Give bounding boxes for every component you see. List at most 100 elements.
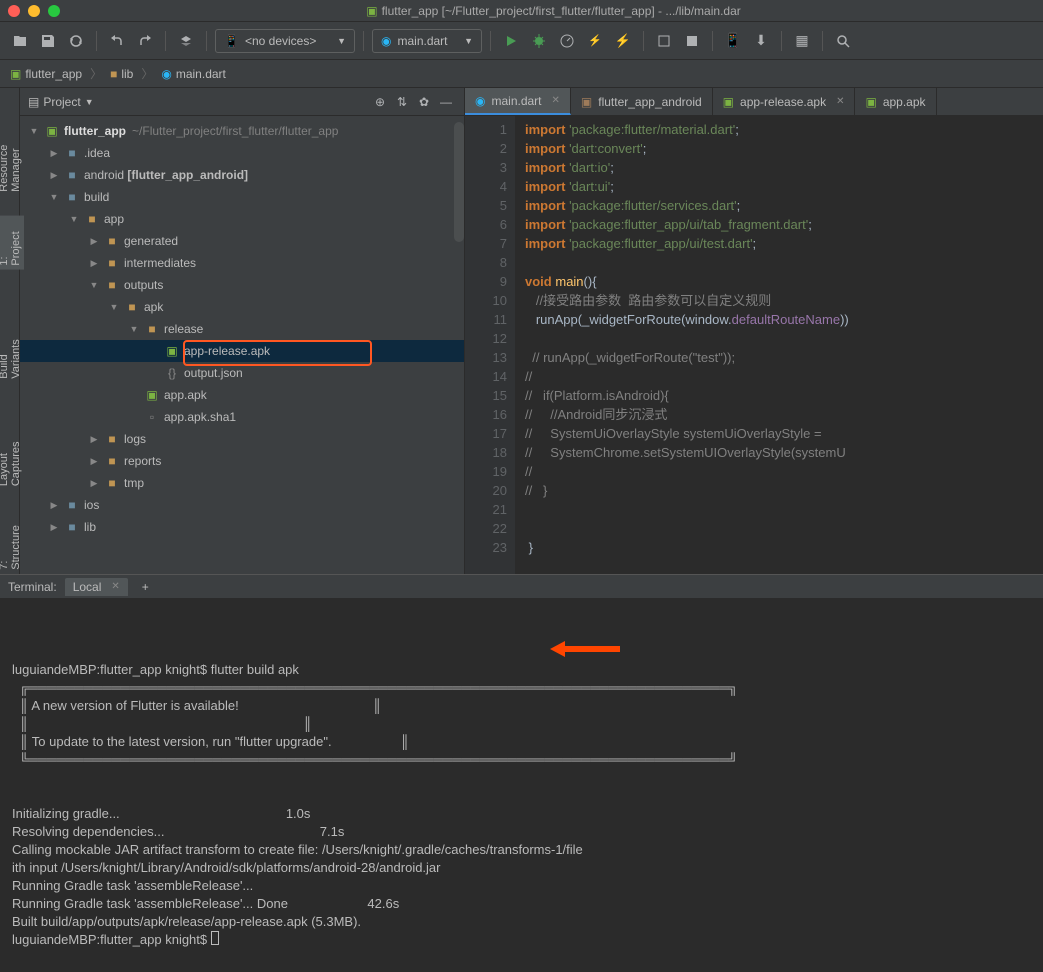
editor-tab[interactable]: ◉main.dart✕ bbox=[465, 88, 571, 115]
terminal-line: ith input /Users/knight/Library/Android/… bbox=[12, 859, 1031, 877]
attach-button[interactable] bbox=[652, 29, 676, 53]
arrow-annotation-icon bbox=[550, 603, 620, 695]
window-minimize-icon[interactable] bbox=[28, 5, 40, 17]
titlebar: ▣ flutter_app [~/Flutter_project/first_fl… bbox=[0, 0, 1043, 22]
terminal-line: luguiandeMBP:flutter_app knight$ flutter… bbox=[12, 661, 1031, 679]
tree-item[interactable]: ▶■intermediates bbox=[20, 252, 464, 274]
breadcrumb-separator-icon: 〉 bbox=[141, 65, 153, 82]
breadcrumb-item[interactable]: ■ lib bbox=[110, 67, 133, 81]
caret-icon: ▼ bbox=[337, 36, 346, 46]
profile-button[interactable] bbox=[555, 29, 579, 53]
terminal-line: Initializing gradle... 1.0s bbox=[12, 805, 1031, 823]
terminal-line: ║ To update to the latest version, run "… bbox=[12, 733, 1031, 751]
tree-item[interactable]: ▶■android [flutter_app_android] bbox=[20, 164, 464, 186]
project-tree[interactable]: ▼▣flutter_app~/Flutter_project/first_flu… bbox=[20, 116, 464, 574]
search-button[interactable] bbox=[831, 29, 855, 53]
file-icon: ▣ bbox=[366, 4, 377, 18]
caret-icon: ▼ bbox=[464, 36, 473, 46]
folder-icon: ■ bbox=[110, 67, 117, 81]
terminal-line bbox=[12, 787, 1031, 805]
close-icon[interactable]: ✕ bbox=[111, 581, 119, 592]
terminal-line: Built build/app/outputs/apk/release/app-… bbox=[12, 913, 1031, 931]
tree-item[interactable]: ▼■build bbox=[20, 186, 464, 208]
run-button[interactable] bbox=[499, 29, 523, 53]
tree-item[interactable]: ▶■logs bbox=[20, 428, 464, 450]
sdk-button[interactable]: ⬇ bbox=[749, 29, 773, 53]
terminal-tab[interactable]: Local ✕ bbox=[65, 578, 128, 596]
tree-item[interactable]: ▶■ios bbox=[20, 494, 464, 516]
terminal-line: luguiandeMBP:flutter_app knight$ bbox=[12, 931, 1031, 949]
editor-tabs: ◉main.dart✕▣flutter_app_android▣app-rele… bbox=[465, 88, 1043, 116]
tree-item[interactable]: ▶■.idea bbox=[20, 142, 464, 164]
layout-inspector-button[interactable]: ▦ bbox=[790, 29, 814, 53]
add-terminal-button[interactable]: + bbox=[136, 580, 155, 594]
editor-tab[interactable]: ▣flutter_app_android bbox=[571, 88, 713, 115]
scrollbar[interactable] bbox=[454, 122, 464, 242]
terminal-line: ╚═══════════════════════════════════════… bbox=[12, 751, 1031, 769]
tree-item[interactable]: ▼■outputs bbox=[20, 274, 464, 296]
tree-item[interactable]: ▼■apk bbox=[20, 296, 464, 318]
expand-icon[interactable]: ⇅ bbox=[392, 92, 412, 112]
device-icon: 📱 bbox=[224, 34, 239, 48]
window-zoom-icon[interactable] bbox=[48, 5, 60, 17]
hot-reload-button[interactable]: ⚡ bbox=[611, 29, 635, 53]
code-body[interactable]: import 'package:flutter/material.dart';i… bbox=[515, 116, 1043, 574]
run-config-selector[interactable]: ◉ main.dart ▼ bbox=[372, 29, 482, 53]
terminal-title: Terminal: bbox=[8, 580, 57, 594]
tree-item[interactable]: ▶■lib bbox=[20, 516, 464, 538]
panel-title[interactable]: ▤ Project ▼ bbox=[28, 95, 364, 109]
tree-item[interactable]: ▫app.apk.sha1 bbox=[20, 406, 464, 428]
editor-tab[interactable]: ▣app.apk bbox=[855, 88, 936, 115]
terminal-line: Calling mockable JAR artifact transform … bbox=[12, 841, 1031, 859]
tree-item[interactable]: ▶■reports bbox=[20, 450, 464, 472]
breadcrumb-item[interactable]: ▣ flutter_app bbox=[10, 67, 82, 81]
gutter: 1234567891011121314151617181920212223 bbox=[465, 116, 515, 574]
tree-item[interactable]: ▶■tmp bbox=[20, 472, 464, 494]
window-close-icon[interactable] bbox=[8, 5, 20, 17]
tree-item[interactable]: ▣app-release.apk bbox=[20, 340, 464, 362]
coverage-button[interactable]: ⚡ bbox=[583, 29, 607, 53]
avd-button[interactable]: 📱 bbox=[721, 29, 745, 53]
breadcrumb: ▣ flutter_app 〉 ■ lib 〉 ◉ main.dart bbox=[0, 60, 1043, 88]
tree-item[interactable]: ▼■release bbox=[20, 318, 464, 340]
terminal-line: Running Gradle task 'assembleRelease'... bbox=[12, 877, 1031, 895]
device-label: <no devices> bbox=[245, 34, 316, 48]
sync-button[interactable] bbox=[64, 29, 88, 53]
redo-button[interactable] bbox=[133, 29, 157, 53]
flutter-icon: ◉ bbox=[381, 34, 391, 48]
close-icon[interactable]: ✕ bbox=[836, 96, 844, 107]
dart-icon: ◉ bbox=[161, 67, 171, 81]
caret-icon: ▼ bbox=[85, 97, 94, 107]
window-title: flutter_app [~/Flutter_project/first_flu… bbox=[382, 4, 741, 18]
device-selector[interactable]: 📱 <no devices> ▼ bbox=[215, 29, 355, 53]
hide-icon[interactable]: — bbox=[436, 92, 456, 112]
breadcrumb-item[interactable]: ◉ main.dart bbox=[161, 67, 226, 81]
tree-item[interactable]: ▼■app bbox=[20, 208, 464, 230]
tree-item[interactable]: ▣app.apk bbox=[20, 384, 464, 406]
tree-item-root[interactable]: ▼▣flutter_app~/Flutter_project/first_flu… bbox=[20, 120, 464, 142]
config-label: main.dart bbox=[397, 34, 447, 48]
save-button[interactable] bbox=[36, 29, 60, 53]
terminal-body[interactable]: luguiandeMBP:flutter_app knight$ flutter… bbox=[0, 599, 1043, 972]
debug-button[interactable] bbox=[527, 29, 551, 53]
open-button[interactable] bbox=[8, 29, 32, 53]
project-panel: ▤ Project ▼ ⊕ ⇅ ✿ — ▼▣flutter_app~/Flutt… bbox=[20, 88, 465, 574]
module-icon: ▣ bbox=[10, 67, 21, 81]
code-editor[interactable]: 1234567891011121314151617181920212223 im… bbox=[465, 116, 1043, 574]
undo-button[interactable] bbox=[105, 29, 129, 53]
stop-button[interactable] bbox=[680, 29, 704, 53]
terminal-line bbox=[12, 769, 1031, 787]
settings-icon[interactable]: ✿ bbox=[414, 92, 434, 112]
tree-item[interactable]: ▶■generated bbox=[20, 230, 464, 252]
editor-tab[interactable]: ▣app-release.apk✕ bbox=[713, 88, 856, 115]
tree-item[interactable]: {}output.json bbox=[20, 362, 464, 384]
breadcrumb-separator-icon: 〉 bbox=[90, 65, 102, 82]
close-icon[interactable]: ✕ bbox=[552, 95, 560, 106]
build-button[interactable] bbox=[174, 29, 198, 53]
terminal-line: Resolving dependencies... 7.1s bbox=[12, 823, 1031, 841]
tool-window-strip: Resource Manager 1: Project Build Varian… bbox=[0, 88, 20, 574]
terminal-line: ╔═══════════════════════════════════════… bbox=[12, 679, 1031, 697]
terminal-line: Running Gradle task 'assembleRelease'...… bbox=[12, 895, 1031, 913]
terminal-panel: Terminal: Local ✕ + luguiandeMBP:flutter… bbox=[0, 574, 1043, 972]
locate-icon[interactable]: ⊕ bbox=[370, 92, 390, 112]
